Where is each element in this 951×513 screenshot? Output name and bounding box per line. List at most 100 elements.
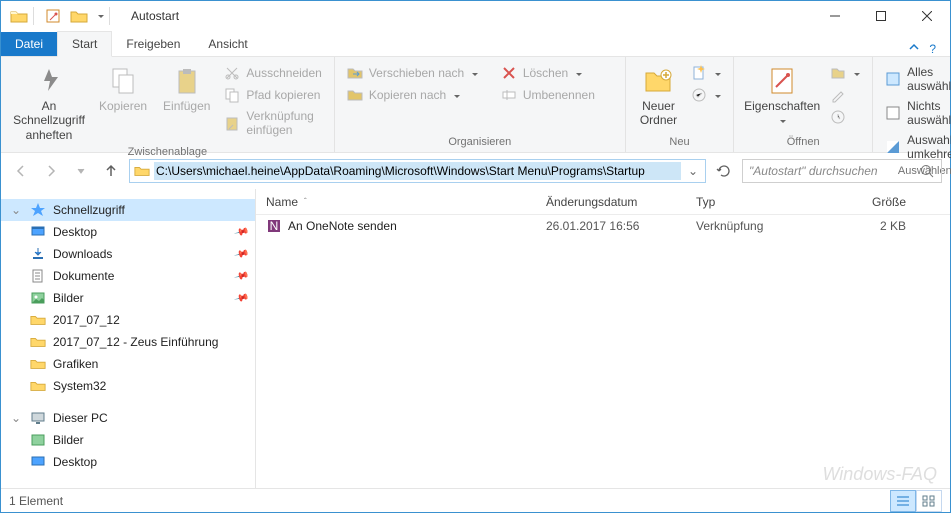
tab-share[interactable]: Freigeben (112, 32, 194, 56)
paste-shortcut-button[interactable]: Verknüpfung einfügen (220, 107, 325, 139)
group-label-organize: Organisieren (448, 134, 511, 150)
ribbon-collapse-button[interactable]: ? (894, 41, 950, 56)
nav-item-pictures[interactable]: Bilder 📌 (1, 287, 255, 309)
tab-file[interactable]: Datei (1, 32, 57, 56)
copy-button[interactable]: Kopieren (93, 63, 153, 115)
refresh-button[interactable] (712, 159, 736, 183)
address-dropdown[interactable]: ⌄ (685, 164, 701, 178)
nav-recent-dropdown[interactable] (69, 159, 93, 183)
nav-item-label: Grafiken (53, 357, 98, 371)
nav-forward-button[interactable] (39, 159, 63, 183)
properties-button[interactable]: Eigenschaften (742, 63, 822, 130)
folder-icon (29, 312, 47, 328)
nav-back-button[interactable] (9, 159, 33, 183)
address-bar[interactable]: ⌄ (129, 159, 706, 183)
ribbon-group-organize: Verschieben nach Kopieren nach Löschen (335, 57, 626, 152)
column-size[interactable]: Größe (816, 195, 916, 209)
rename-button[interactable]: Umbenennen (497, 85, 617, 105)
easy-access-button[interactable] (687, 85, 725, 105)
qat-customize-dropdown[interactable] (93, 4, 107, 28)
ribbon-group-open: Eigenschaften Öffnen (734, 57, 873, 152)
delete-button[interactable]: Löschen (497, 63, 617, 83)
move-to-label: Verschieben nach (369, 66, 464, 80)
tab-view[interactable]: Ansicht (194, 32, 261, 56)
column-modified[interactable]: Änderungsdatum (536, 195, 686, 209)
ribbon-group-select: Alles auswählen Nichts auswählen Auswahl… (873, 57, 951, 152)
view-large-icons-button[interactable] (916, 490, 942, 512)
cut-button[interactable]: Ausschneiden (220, 63, 325, 83)
nav-item-label: Bilder (53, 433, 84, 447)
nav-item-documents[interactable]: Dokumente 📌 (1, 265, 255, 287)
nav-pc-desktop[interactable]: Desktop (1, 451, 255, 473)
nav-quick-access[interactable]: ⌄ Schnellzugriff (1, 199, 255, 221)
select-all-label: Alles auswählen (907, 65, 951, 93)
pin-label: An Schnellzugriff anheften (13, 99, 85, 142)
open-button[interactable] (826, 63, 864, 83)
column-name[interactable]: Nameˆ (256, 195, 536, 209)
close-button[interactable] (904, 1, 950, 31)
nav-item-label: Desktop (53, 455, 97, 469)
window-controls (812, 1, 950, 31)
folder-icon (29, 378, 47, 394)
nav-quick-access-label: Schnellzugriff (53, 203, 125, 217)
paste-button[interactable]: Einfügen (157, 63, 216, 115)
select-all-button[interactable]: Alles auswählen (881, 63, 951, 95)
nav-this-pc[interactable]: ⌄ Dieser PC (1, 407, 255, 429)
ribbon-tabs: Datei Start Freigeben Ansicht ? (1, 31, 950, 57)
ribbon: An Schnellzugriff anheften Kopieren Einf… (1, 57, 950, 153)
tab-home[interactable]: Start (57, 31, 112, 57)
view-details-button[interactable] (890, 490, 916, 512)
nav-item-downloads[interactable]: Downloads 📌 (1, 243, 255, 265)
search-box[interactable]: "Autostart" durchsuchen (742, 159, 942, 183)
copy-path-icon (224, 87, 240, 103)
nav-pc-pictures[interactable]: Bilder (1, 429, 255, 451)
downloads-icon (29, 246, 47, 262)
minimize-button[interactable] (812, 1, 858, 31)
qat-newfolder-icon[interactable] (67, 4, 91, 28)
star-icon (29, 202, 47, 218)
onenote-shortcut-icon: N (266, 218, 282, 234)
desktop-icon (29, 224, 47, 240)
nav-item-desktop[interactable]: Desktop 📌 (1, 221, 255, 243)
cut-label: Ausschneiden (246, 66, 321, 80)
nav-item-label: System32 (53, 379, 106, 393)
column-type[interactable]: Typ (686, 195, 816, 209)
address-input[interactable] (154, 162, 681, 180)
copy-to-icon (347, 87, 363, 103)
new-folder-button[interactable]: Neuer Ordner (634, 63, 683, 130)
nav-up-button[interactable] (99, 159, 123, 183)
file-row[interactable]: N An OneNote senden 26.01.2017 16:56 Ver… (256, 215, 950, 237)
pictures-icon (29, 290, 47, 306)
rename-label: Umbenennen (523, 88, 595, 102)
nav-item-folder[interactable]: 2017_07_12 - Zeus Einführung (1, 331, 255, 353)
select-none-label: Nichts auswählen (907, 99, 951, 127)
navigation-pane[interactable]: ⌄ Schnellzugriff Desktop 📌 Downloads 📌 D… (1, 189, 256, 488)
copy-path-label: Pfad kopieren (246, 88, 320, 102)
delete-icon (501, 65, 517, 81)
move-to-button[interactable]: Verschieben nach (343, 63, 493, 83)
history-button[interactable] (826, 107, 864, 127)
nav-item-folder[interactable]: 2017_07_12 (1, 309, 255, 331)
copy-path-button[interactable]: Pfad kopieren (220, 85, 325, 105)
file-list-pane: Nameˆ Änderungsdatum Typ Größe N An OneN… (256, 189, 950, 488)
nav-item-label: 2017_07_12 (53, 313, 120, 327)
nav-item-label: Downloads (53, 247, 112, 261)
copy-to-button[interactable]: Kopieren nach (343, 85, 493, 105)
qat-properties-icon[interactable] (41, 4, 65, 28)
group-label-new: Neu (669, 134, 689, 150)
group-label-open: Öffnen (787, 134, 820, 150)
nav-item-folder[interactable]: Grafiken (1, 353, 255, 375)
nav-item-folder[interactable]: System32 (1, 375, 255, 397)
edit-button[interactable] (826, 85, 864, 105)
file-rows: N An OneNote senden 26.01.2017 16:56 Ver… (256, 215, 950, 488)
nav-item-label: Dokumente (53, 269, 114, 283)
pin-to-quick-access-button[interactable]: An Schnellzugriff anheften (9, 63, 89, 144)
select-all-icon (885, 71, 901, 87)
maximize-button[interactable] (858, 1, 904, 31)
file-modified: 26.01.2017 16:56 (536, 219, 686, 233)
documents-icon (29, 268, 47, 284)
open-icon (830, 65, 846, 81)
window-title: Autostart (121, 9, 812, 23)
select-none-button[interactable]: Nichts auswählen (881, 97, 951, 129)
new-item-button[interactable] (687, 63, 725, 83)
